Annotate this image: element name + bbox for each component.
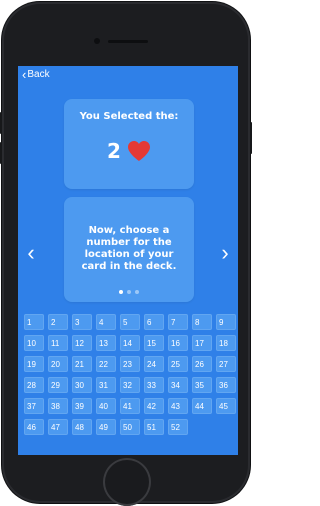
number-cell[interactable]: 23 bbox=[120, 356, 140, 372]
selected-card: 2 bbox=[64, 139, 194, 163]
number-cell[interactable]: 52 bbox=[168, 419, 188, 435]
number-cell[interactable]: 44 bbox=[192, 398, 212, 414]
number-cell[interactable]: 43 bbox=[168, 398, 188, 414]
number-cell[interactable]: 38 bbox=[48, 398, 68, 414]
number-cell[interactable]: 36 bbox=[216, 377, 236, 393]
selected-title: You Selected the: bbox=[79, 111, 179, 122]
number-cell[interactable]: 45 bbox=[216, 398, 236, 414]
number-cell[interactable]: 15 bbox=[144, 335, 164, 351]
number-cell[interactable]: 2 bbox=[48, 314, 68, 330]
chevron-left-icon: ‹ bbox=[22, 66, 27, 82]
instruction-card: Now, choose a number for the location of… bbox=[64, 197, 194, 302]
next-arrow[interactable]: › bbox=[217, 240, 233, 265]
number-cell[interactable]: 42 bbox=[144, 398, 164, 414]
back-label: Back bbox=[27, 69, 50, 80]
number-cell[interactable]: 33 bbox=[144, 377, 164, 393]
number-cell[interactable]: 1 bbox=[24, 314, 44, 330]
home-button[interactable] bbox=[103, 458, 151, 506]
number-cell[interactable]: 13 bbox=[96, 335, 116, 351]
number-cell[interactable]: 18 bbox=[216, 335, 236, 351]
number-cell[interactable]: 11 bbox=[48, 335, 68, 351]
number-cell[interactable]: 28 bbox=[24, 377, 44, 393]
number-cell[interactable]: 39 bbox=[72, 398, 92, 414]
volume-button bbox=[0, 142, 2, 164]
previous-arrow[interactable]: ‹ bbox=[23, 240, 39, 265]
number-cell[interactable]: 27 bbox=[216, 356, 236, 372]
speaker-grille bbox=[108, 40, 148, 43]
selected-value: 2 bbox=[107, 139, 121, 163]
volume-button bbox=[0, 112, 2, 134]
number-cell[interactable]: 46 bbox=[24, 419, 44, 435]
number-cell[interactable]: 5 bbox=[120, 314, 140, 330]
page-dot bbox=[119, 290, 123, 294]
page-dot bbox=[127, 290, 131, 294]
number-cell[interactable]: 26 bbox=[192, 356, 212, 372]
number-cell[interactable]: 8 bbox=[192, 314, 212, 330]
number-cell[interactable]: 29 bbox=[48, 377, 68, 393]
phone-frame: ‹ Back You Selected the: 2 ‹ › Now, choo… bbox=[0, 2, 252, 506]
number-cell[interactable]: 17 bbox=[192, 335, 212, 351]
number-cell[interactable]: 16 bbox=[168, 335, 188, 351]
number-grid: 1 2 3 4 5 6 7 8 9 10 11 12 13 14 15 16 17 18 19 20 21 22 23 24 2… bbox=[24, 314, 236, 435]
number-cell[interactable]: 7 bbox=[168, 314, 188, 330]
instruction-text: Now, choose a number for the location of… bbox=[81, 225, 177, 272]
number-cell[interactable]: 51 bbox=[144, 419, 164, 435]
number-cell[interactable]: 20 bbox=[48, 356, 68, 372]
app-screen: ‹ Back You Selected the: 2 ‹ › Now, choo… bbox=[18, 66, 238, 455]
number-cell[interactable]: 30 bbox=[72, 377, 92, 393]
number-cell[interactable]: 48 bbox=[72, 419, 92, 435]
number-cell[interactable]: 14 bbox=[120, 335, 140, 351]
number-cell[interactable]: 25 bbox=[168, 356, 188, 372]
number-cell[interactable]: 32 bbox=[120, 377, 140, 393]
number-cell[interactable]: 49 bbox=[96, 419, 116, 435]
selected-card-panel: You Selected the: 2 bbox=[64, 99, 194, 189]
number-cell[interactable]: 35 bbox=[192, 377, 212, 393]
heart-icon bbox=[127, 141, 150, 161]
number-cell[interactable]: 31 bbox=[96, 377, 116, 393]
number-cell[interactable]: 6 bbox=[144, 314, 164, 330]
number-cell[interactable]: 21 bbox=[72, 356, 92, 372]
number-cell[interactable]: 24 bbox=[144, 356, 164, 372]
number-cell[interactable]: 10 bbox=[24, 335, 44, 351]
number-cell[interactable]: 3 bbox=[72, 314, 92, 330]
number-cell[interactable]: 47 bbox=[48, 419, 68, 435]
number-cell[interactable]: 40 bbox=[96, 398, 116, 414]
number-cell[interactable]: 34 bbox=[168, 377, 188, 393]
number-cell[interactable]: 37 bbox=[24, 398, 44, 414]
power-button bbox=[250, 122, 252, 154]
number-cell[interactable]: 12 bbox=[72, 335, 92, 351]
number-cell[interactable]: 4 bbox=[96, 314, 116, 330]
number-cell[interactable]: 19 bbox=[24, 356, 44, 372]
front-camera bbox=[94, 38, 100, 44]
page-dot bbox=[135, 290, 139, 294]
page-indicator bbox=[64, 290, 194, 294]
back-button[interactable]: ‹ Back bbox=[22, 66, 50, 82]
number-cell[interactable]: 9 bbox=[216, 314, 236, 330]
number-cell[interactable]: 22 bbox=[96, 356, 116, 372]
number-cell[interactable]: 41 bbox=[120, 398, 140, 414]
number-cell[interactable]: 50 bbox=[120, 419, 140, 435]
